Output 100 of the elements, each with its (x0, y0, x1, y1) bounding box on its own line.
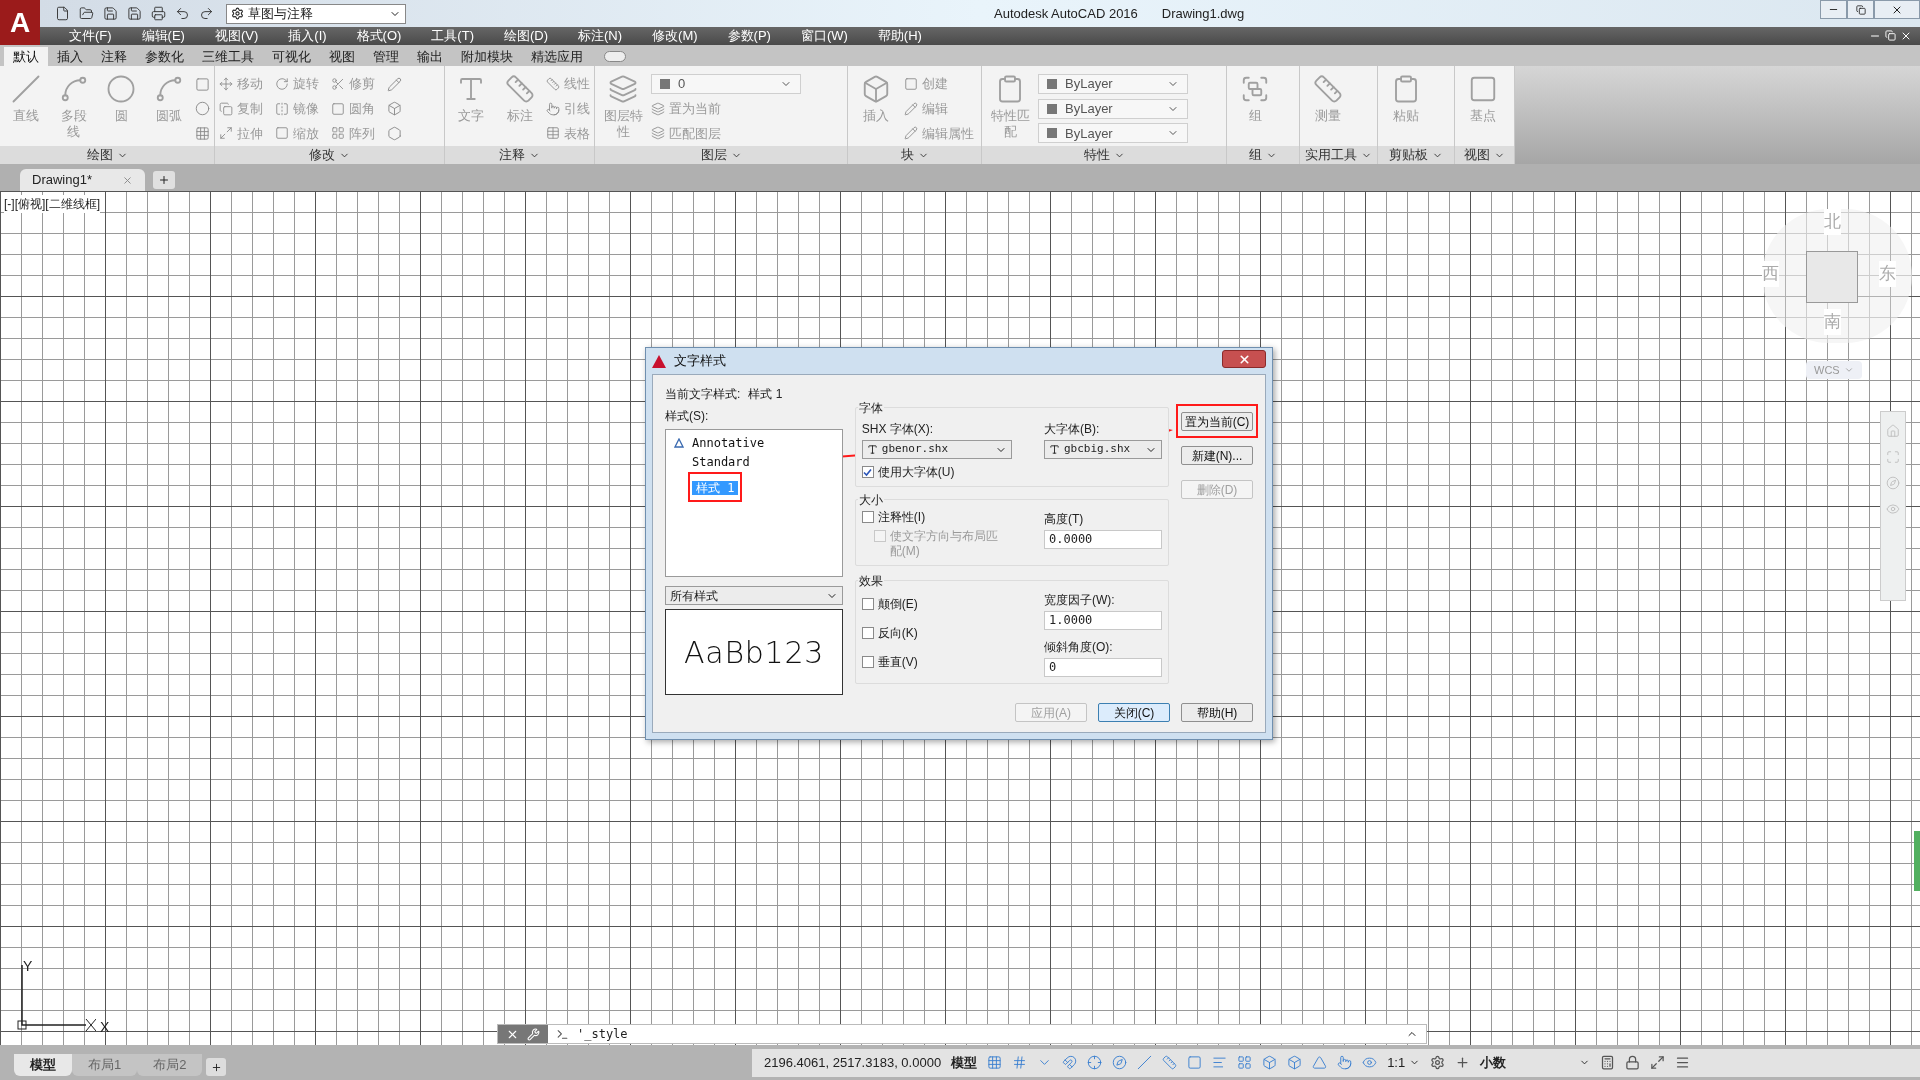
style-item[interactable]: Standard (688, 453, 754, 471)
ribbon-tab[interactable]: 参数化 (136, 47, 193, 66)
restore-icon (1855, 4, 1866, 15)
plus-icon (1455, 1055, 1471, 1070)
new-tab-button[interactable] (153, 171, 175, 189)
styles-label: 样式(S): (665, 408, 710, 425)
field-label: 倾斜角度(O): (1044, 639, 1114, 656)
swatch-icon (1047, 79, 1057, 89)
menu-item[interactable]: 编辑(E) (126, 26, 200, 46)
menu-item[interactable]: 修改(M) (637, 26, 713, 46)
annotation-scale-dropdown[interactable]: 1:1 (1387, 1052, 1421, 1073)
oblique-angle-field[interactable]: 0 (1044, 658, 1162, 677)
ribbon-tab[interactable]: 管理 (364, 47, 408, 66)
panel-title[interactable]: 实用工具 (1300, 146, 1377, 164)
checkbox[interactable] (861, 627, 874, 639)
panel-title[interactable]: 组 (1227, 146, 1299, 164)
panel-title[interactable]: 视图 (1455, 146, 1514, 164)
app-menu-button[interactable]: A (0, 0, 40, 45)
checkmark-icon (863, 467, 873, 477)
compass-icon (1112, 1055, 1128, 1070)
move-icon (219, 77, 233, 91)
dialog-button[interactable]: 新建(N)... (1181, 446, 1253, 465)
menu-item[interactable]: 参数(P) (712, 26, 786, 46)
style-filter-dropdown[interactable]: 所有样式 (665, 586, 843, 605)
compass-label: 北 (1824, 209, 1841, 235)
menu-item[interactable]: 视图(V) (199, 26, 274, 46)
dialog-button[interactable]: 关闭(C) (1098, 703, 1170, 722)
undo-icon (174, 6, 190, 21)
swatch-icon (1047, 103, 1057, 114)
checkbox[interactable] (861, 466, 874, 478)
compass-label: 东 (1879, 261, 1896, 287)
close-button[interactable] (1222, 350, 1266, 368)
dialog-button[interactable]: 置为当前(C) (1181, 412, 1253, 431)
close-icon (1900, 30, 1912, 42)
ribbon-tab[interactable]: 输出 (408, 47, 452, 66)
panel-title[interactable]: 绘图 (0, 146, 214, 164)
checkbox-label: 使文字方向与布局匹配(M) (889, 529, 999, 559)
shx-font-dropdown[interactable]: gbenor.shx (861, 440, 1012, 459)
menu-item[interactable]: 插入(I) (273, 26, 342, 46)
checkbox[interactable] (861, 598, 874, 610)
panel-title[interactable]: 图层 (595, 146, 847, 164)
tiles-icon (1237, 1055, 1253, 1070)
ribbon-tab[interactable]: 附加模块 (452, 47, 522, 66)
scrollbar[interactable] (1914, 831, 1920, 891)
ribbon-dropdown[interactable]: ByLayer (1038, 98, 1188, 119)
command-prompt-icon (556, 1027, 569, 1041)
ribbon-tab[interactable]: 精选应用 (522, 47, 592, 66)
height-field[interactable]: 0.0000 (1044, 530, 1162, 549)
ribbon-dropdown[interactable]: 0 (651, 74, 801, 94)
big-font-dropdown[interactable]: gbcbig.shx (1044, 440, 1162, 459)
dialog-button[interactable]: 帮助(H) (1181, 703, 1253, 722)
viewport-label[interactable]: [-][俯视][二维线框] (4, 195, 100, 213)
menu-item[interactable]: 绘图(D) (488, 26, 563, 46)
ribbon-dropdown[interactable]: ByLayer (1038, 74, 1188, 94)
menu-item[interactable]: 格式(O) (341, 26, 417, 46)
field-label: 宽度因子(W): (1044, 592, 1116, 609)
workspace-dropdown[interactable]: 草图与注释 (226, 3, 406, 24)
ribbon-dropdown[interactable]: ByLayer (1038, 123, 1188, 144)
redo-icon (198, 6, 214, 21)
menu-item[interactable]: 窗口(W) (785, 26, 863, 46)
close-icon (1237, 352, 1251, 366)
panel-title[interactable]: 剪贴板 (1378, 146, 1454, 164)
panel-title[interactable]: 块 (848, 146, 981, 164)
ribbon-tab[interactable]: 默认 (4, 47, 48, 66)
menu-item[interactable]: 帮助(H) (862, 26, 937, 46)
group-title: 效果 (857, 572, 884, 590)
menu-item[interactable]: 文件(F) (54, 26, 127, 46)
panel-title[interactable]: 特性 (982, 146, 1226, 164)
axis-label: Y (23, 957, 33, 976)
width-factor-field[interactable]: 1.0000 (1044, 611, 1162, 630)
menu-item[interactable]: 工具(T) (416, 26, 489, 46)
menu-item[interactable]: 标注(N) (563, 26, 638, 46)
panel-title[interactable]: 修改 (215, 146, 444, 164)
style-item[interactable]: Annotative (688, 434, 769, 452)
circle-icon (106, 74, 137, 104)
model-space-button[interactable]: 模型 (951, 1052, 978, 1073)
restore-button[interactable] (1847, 0, 1874, 19)
minimize-button[interactable] (1820, 0, 1847, 19)
new-layout-button[interactable] (206, 1058, 227, 1076)
units-dropdown[interactable]: 小数 (1480, 1052, 1591, 1073)
group-icon (1240, 74, 1270, 104)
ribbon-tab[interactable]: 三维工具 (193, 47, 263, 66)
ribbon-tab[interactable]: 注释 (92, 47, 136, 66)
close-icon (122, 174, 133, 186)
viewcube-face[interactable] (1806, 251, 1858, 303)
restore-icon (1885, 30, 1896, 41)
ribbon-tab[interactable]: 插入 (48, 47, 92, 66)
checkbox[interactable] (861, 511, 874, 523)
cube-icon (1287, 1055, 1303, 1070)
ribbon-tab[interactable]: 视图 (320, 47, 364, 66)
new-file-icon (54, 6, 70, 21)
document-tab[interactable]: Drawing1* (20, 169, 145, 191)
layout-tab[interactable]: 模型 (14, 1054, 72, 1076)
checkbox[interactable] (861, 656, 874, 668)
copy-icon (219, 101, 233, 116)
ribbon-tab[interactable]: 可视化 (263, 47, 320, 66)
group-title: 字体 (857, 399, 884, 417)
stretch-icon (219, 126, 233, 141)
panel-title[interactable]: 注释 (445, 146, 594, 164)
checkbox-label: 垂直(V) (877, 655, 918, 670)
